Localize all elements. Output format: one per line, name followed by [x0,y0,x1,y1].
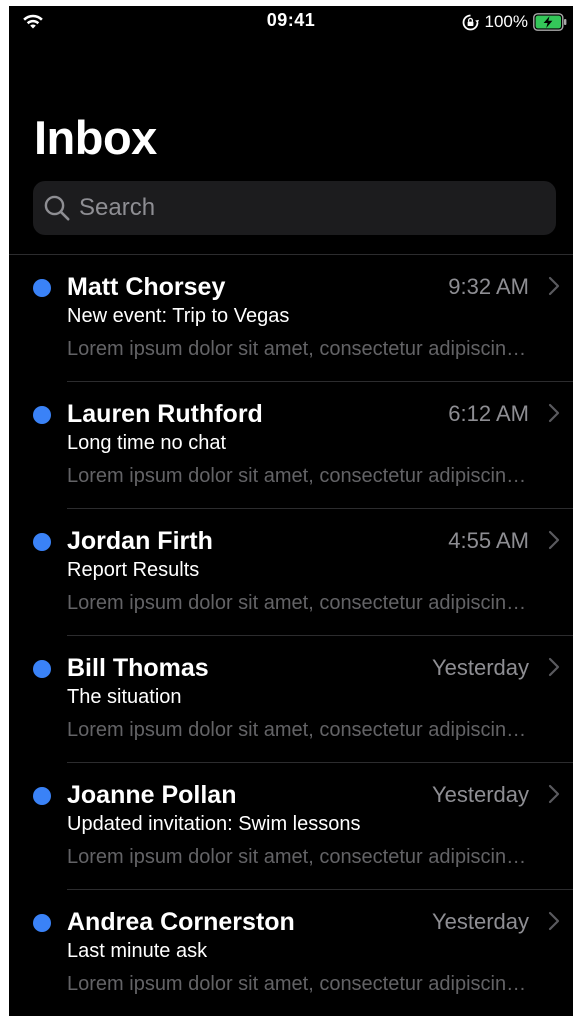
message-subject: Long time no chat [67,432,226,454]
unread-indicator [33,660,51,678]
mail-list: Matt Chorsey 9:32 AM New event: Trip to … [9,255,573,1016]
chevron-right-icon [548,276,560,296]
unread-indicator [33,533,51,551]
message-time: 9:32 AM [448,274,529,299]
search-bar[interactable] [33,181,556,235]
message-preview: Lorem ipsum dolor sit amet, consectetur … [67,592,537,614]
mail-row[interactable]: Lauren Ruthford 6:12 AM Long time no cha… [9,382,573,509]
sender-name: Jordan Firth [67,527,213,555]
sender-name: Joanne Pollan [67,781,237,809]
message-subject: New event: Trip to Vegas [67,305,290,327]
chevron-right-icon [548,911,560,931]
message-time: Yesterday [431,655,529,680]
sender-name: Bill Thomas [67,654,209,682]
message-subject: The situation [67,686,182,708]
unread-indicator [33,787,51,805]
sender-name: Andrea Cornerston [67,908,295,936]
battery-percent: 100% [484,12,528,31]
mail-row[interactable]: Andrea Cornerston Yesterday Last minute … [9,890,573,1016]
message-preview: Lorem ipsum dolor sit amet, consectetur … [67,846,537,868]
chevron-right-icon [548,530,560,550]
message-preview: Lorem ipsum dolor sit amet, consectetur … [67,719,537,741]
unread-indicator [33,914,51,932]
mail-row[interactable]: Matt Chorsey 9:32 AM New event: Trip to … [9,255,573,382]
mail-row[interactable]: Jordan Firth 4:55 AM Report Results Lore… [9,509,573,636]
sender-name: Matt Chorsey [67,273,226,301]
message-preview: Lorem ipsum dolor sit amet, consectetur … [67,338,537,360]
orientation-lock-icon [462,14,479,30]
page-title: Inbox [34,111,157,164]
inbox-screen: 09:41 100% Inbox Search Matt Chorsey 9:3… [9,6,573,1016]
message-subject: Updated invitation: Swim lessons [67,813,361,835]
unread-indicator [33,279,51,297]
message-subject: Report Results [67,559,200,581]
unread-indicator [33,406,51,424]
battery-charging-icon [533,13,567,31]
search-icon [44,195,70,221]
search-input[interactable] [79,181,539,235]
mail-row[interactable]: Bill Thomas Yesterday The situation Lore… [9,636,573,763]
message-time: 6:12 AM [448,401,529,426]
message-preview: Lorem ipsum dolor sit amet, consectetur … [67,973,537,995]
mail-row[interactable]: Joanne Pollan Yesterday Updated invitati… [9,763,573,890]
message-preview: Lorem ipsum dolor sit amet, consectetur … [67,465,537,487]
sender-name: Lauren Ruthford [67,400,263,428]
chevron-right-icon [548,784,560,804]
message-time: Yesterday [431,782,529,807]
status-bar: 09:41 100% [9,6,573,38]
message-time: 4:55 AM [448,528,529,553]
message-time: Yesterday [431,909,529,934]
chevron-right-icon [548,403,560,423]
chevron-right-icon [548,657,560,677]
status-right-group: 100% [462,10,567,34]
message-subject: Last minute ask [67,940,208,962]
